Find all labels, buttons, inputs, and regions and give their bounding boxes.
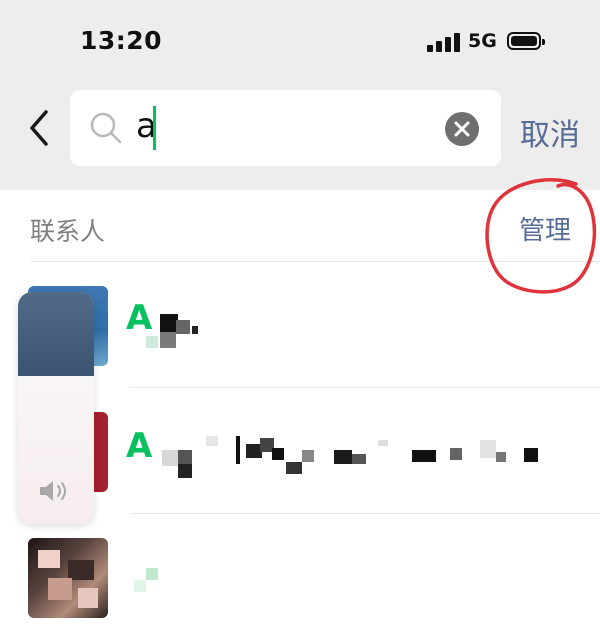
cellular-signal-icon — [427, 32, 461, 52]
volume-slider[interactable] — [18, 292, 94, 524]
match-highlight: A — [126, 298, 153, 338]
match-highlight: A — [126, 426, 153, 466]
clear-circle-icon[interactable] — [445, 112, 479, 146]
battery-full-icon — [507, 32, 545, 50]
chevron-left-icon[interactable] — [22, 106, 58, 150]
avatar — [28, 538, 108, 618]
contacts-section-title: 联系人 — [30, 217, 106, 246]
manage-button[interactable]: 管理 — [519, 210, 571, 247]
cancel-button[interactable]: 取消 — [520, 110, 580, 154]
network-type: 5G — [468, 30, 497, 52]
text-cursor — [153, 106, 156, 150]
speaker-icon — [38, 478, 74, 508]
volume-level-fill — [18, 292, 94, 376]
contact-result-row[interactable] — [0, 514, 600, 640]
search-icon — [88, 110, 124, 150]
status-time: 13:20 — [80, 26, 163, 55]
search-input[interactable]: a — [70, 90, 501, 166]
